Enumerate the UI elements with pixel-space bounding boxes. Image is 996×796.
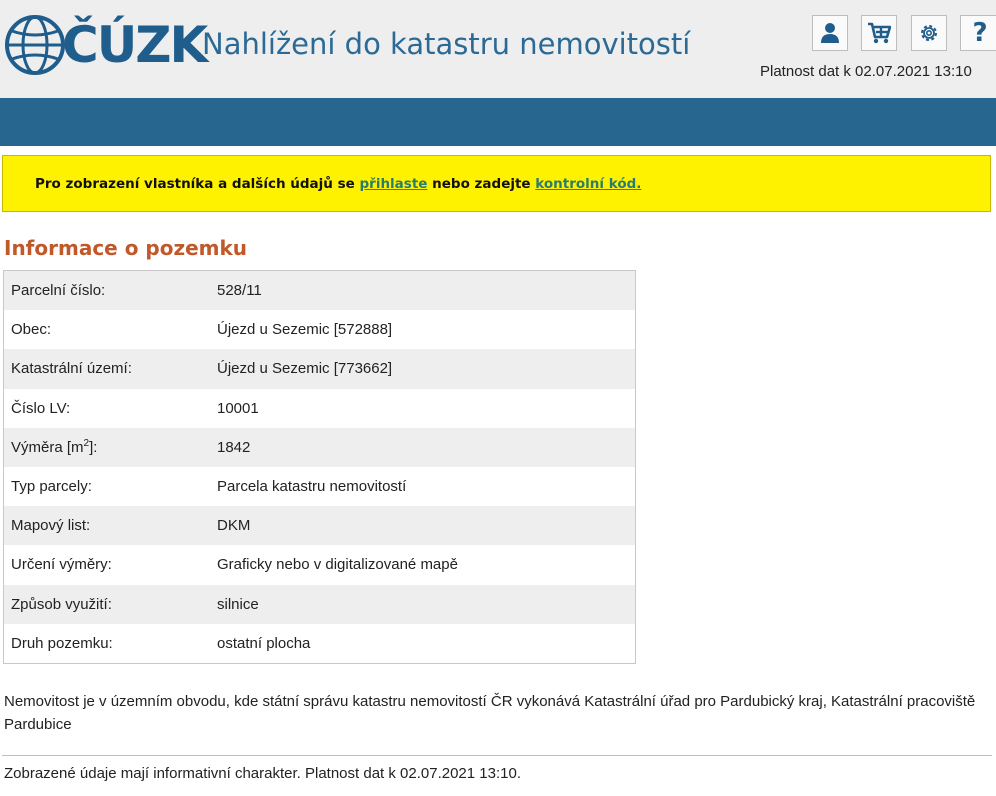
row-label: Druh pozemku: [11,634,113,652]
app-title: Nahlížení do katastru nemovitostí [202,27,691,61]
table-row: Číslo LV: 10001 [4,389,635,428]
table-row: Výměra [m2]: 1842 [4,427,635,467]
user-icon [821,23,839,43]
help-button[interactable]: ? [960,15,996,51]
globe-logo-icon [5,15,65,75]
row-value: ostatní plocha [217,634,311,652]
row-value: Graficky nebo v digitalizované mapě [217,556,458,574]
row-label: Katastrální území: [11,360,132,378]
navigation-bar [0,98,996,146]
cart-icon [868,22,891,44]
parcel-info-table: Parcelní číslo: 528/11 Obec: Újezd u Sez… [3,270,636,664]
table-row: Druh pozemku: ostatní plocha [4,624,635,663]
row-label: Obec: [11,321,52,339]
cart-button[interactable] [861,15,897,51]
row-label: Číslo LV: [11,399,71,417]
table-row: Způsob využití: silnice [4,584,635,624]
data-validity: Platnost dat k 02.07.2021 13:10 [760,63,972,80]
row-label: Mapový list: [11,517,91,535]
table-row: Parcelní číslo: 528/11 [4,271,635,311]
settings-button[interactable] [911,15,947,51]
row-value: DKM [217,517,251,535]
row-value: Újezd u Sezemic [572888] [217,321,393,339]
user-button[interactable] [812,15,848,51]
row-value: 10001 [217,399,259,417]
login-notice: Pro zobrazení vlastníka a dalších údajů … [2,155,991,212]
footer-note: Zobrazené údaje mají informativní charak… [4,765,521,782]
section-title: Informace o pozemku [4,236,248,260]
row-label-end: ]: [89,439,98,457]
logo-text: ČÚZK [62,16,208,74]
table-row: Typ parcely: Parcela katastru nemovitost… [4,467,635,506]
gear-icon [921,25,937,41]
table-row: Mapový list: DKM [4,506,635,546]
row-label: Určení výměry: [11,556,112,574]
table-row: Určení výměry: Graficky nebo v digitaliz… [4,545,635,584]
cadastral-office-note: Nemovitost je v územním obvodu, kde stát… [4,693,976,733]
notice-prefix: Pro zobrazení vlastníka a dalších údajů … [35,176,360,192]
row-label: Výměra [m2]: [4,438,217,456]
row-value: 1842 [217,438,251,456]
row-label: Parcelní číslo: [11,282,106,300]
notice-text: Pro zobrazení vlastníka a dalších údajů … [35,176,641,192]
row-label: Typ parcely: [11,478,92,496]
row-value: Újezd u Sezemic [773662] [217,360,393,378]
table-row: Katastrální území: Újezd u Sezemic [7736… [4,349,635,389]
table-row: Obec: Újezd u Sezemic [572888] [4,310,635,349]
row-label: Způsob využití: [11,595,112,613]
row-value: silnice [217,595,259,613]
notice-middle: nebo zadejte [427,176,536,192]
control-code-link[interactable]: kontrolní kód. [535,176,641,192]
row-label-main: Výměra [m [11,439,84,457]
row-value: 528/11 [217,282,262,300]
divider [2,755,992,756]
login-link[interactable]: přihlaste [360,176,428,192]
help-icon: ? [972,18,988,48]
row-value: Parcela katastru nemovitostí [217,478,407,496]
app-header: ČÚZK Nahlížení do katastru nemovitostí ?… [0,0,996,98]
